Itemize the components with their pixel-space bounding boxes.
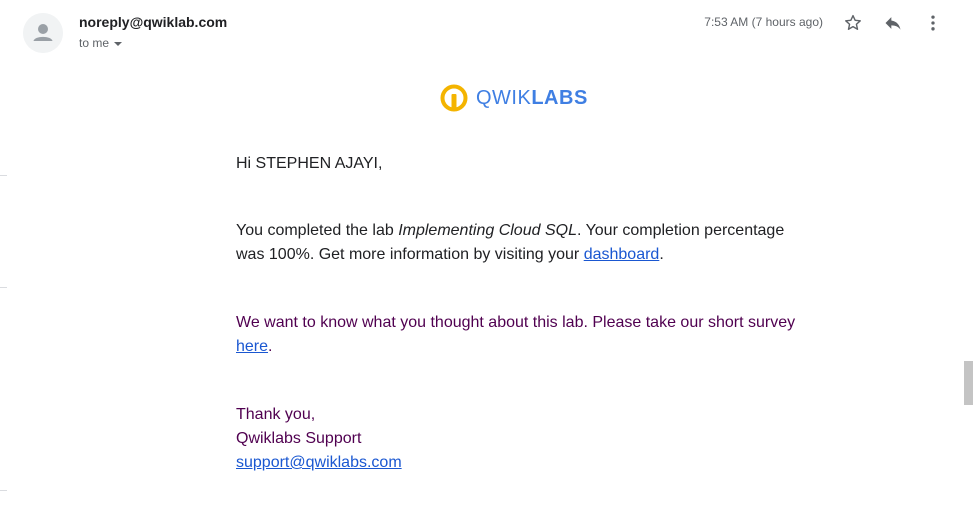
more-options-button[interactable]	[921, 11, 945, 35]
logo-word-labs: LABS	[531, 86, 588, 109]
completion-paragraph: You completed the lab Implementing Cloud…	[236, 219, 796, 267]
support-email-link[interactable]: support@qwiklabs.com	[236, 454, 402, 471]
survey-paragraph: We want to know what you thought about t…	[236, 311, 796, 359]
logo-word-qwik: QWIK	[476, 86, 532, 109]
star-outline-icon	[845, 14, 861, 30]
scrollbar-thumb[interactable]	[964, 361, 973, 405]
sender-address[interactable]: noreply@qwiklab.com	[79, 14, 227, 30]
star-button[interactable]	[841, 11, 865, 35]
survey-link[interactable]: here	[236, 338, 268, 355]
sender-avatar[interactable]	[23, 13, 63, 53]
para1-text-start: You completed the lab	[236, 222, 399, 239]
edge-divider	[0, 287, 7, 288]
caret-down-icon	[114, 41, 123, 46]
dashboard-link[interactable]: dashboard	[584, 246, 660, 263]
reply-button[interactable]	[881, 11, 905, 35]
para1-text-end: .	[659, 246, 664, 263]
edge-divider	[0, 175, 7, 176]
para2-text-start: We want to know what you thought about t…	[236, 314, 796, 331]
qwiklabs-logo-icon	[440, 84, 468, 112]
email-view: noreply@qwiklab.com to me 7:53 AM (7 hou…	[0, 0, 973, 510]
recipient-label: to me	[79, 36, 110, 50]
message-timestamp: 7:53 AM (7 hours ago)	[704, 15, 823, 29]
vertical-dots-icon	[931, 15, 935, 31]
para2-text-end: .	[268, 338, 273, 355]
signoff-block: Thank you, Qwiklabs Support support@qwik…	[236, 403, 796, 475]
greeting: Hi STEPHEN AJAYI,	[236, 155, 383, 172]
thanks-line: Thank you,	[236, 406, 316, 423]
lab-name: Implementing Cloud SQL	[398, 222, 577, 239]
recipient-details-toggle[interactable]: to me	[79, 36, 123, 50]
edge-divider	[0, 490, 7, 491]
reply-arrow-icon	[885, 17, 901, 30]
logo-wordmark: QWIKLABS	[476, 87, 588, 110]
qwiklabs-logo: QWIKLABS	[440, 84, 588, 112]
person-avatar-icon	[23, 13, 63, 53]
team-name: Qwiklabs Support	[236, 430, 362, 447]
